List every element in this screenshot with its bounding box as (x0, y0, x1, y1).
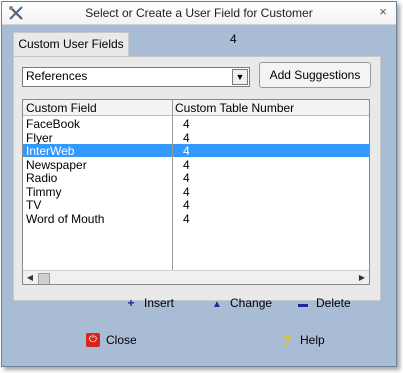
list-item-number: 4 (183, 144, 190, 158)
list-item[interactable]: Word of Mouth 4 (23, 211, 369, 226)
scroll-right-icon[interactable]: ▶ (356, 272, 368, 284)
list-item-field: Radio (26, 171, 58, 185)
list-item-field: Timmy (26, 184, 62, 199)
power-icon: ⏻ (86, 332, 100, 347)
list-header: Custom Field Custom Table Number (23, 100, 369, 116)
list-item-number: 4 (183, 198, 190, 212)
minus-icon: ▬ (298, 299, 308, 310)
change-button[interactable]: ▲ Change (210, 296, 272, 312)
help-button[interactable]: ? Help (280, 332, 325, 350)
list-item-field: FaceBook (26, 117, 81, 131)
list-item[interactable]: FaceBook 4 (23, 117, 369, 131)
list-item[interactable]: TV 4 (23, 198, 369, 212)
list-item[interactable]: Newspaper 4 (23, 157, 369, 172)
list-item-field: TV (26, 198, 42, 212)
add-suggestions-button[interactable]: Add Suggestions (259, 62, 371, 88)
field-count: 4 (230, 32, 237, 46)
scroll-left-icon[interactable]: ◀ (24, 272, 36, 284)
window-title: Select or Create a User Field for Custom… (85, 6, 313, 20)
list-item-number: 4 (183, 157, 190, 172)
chevron-down-icon[interactable]: ▼ (232, 69, 248, 85)
list-item-number: 4 (183, 130, 190, 145)
delete-button[interactable]: ▬ Delete (296, 296, 351, 312)
list-item-number: 4 (183, 184, 190, 199)
delete-label: Delete (316, 296, 351, 310)
list-item[interactable]: Timmy 4 (23, 184, 369, 199)
insert-label: Insert (144, 296, 175, 310)
title-bar: Select or Create a User Field for Custom… (2, 2, 396, 25)
field-type-dropdown[interactable]: References ▼ (22, 67, 250, 87)
list-item-number: 4 (183, 211, 190, 226)
tab-custom-user-fields[interactable]: Custom User Fields (13, 32, 129, 57)
change-label: Change (230, 296, 273, 310)
dialog-window: Select or Create a User Field for Custom… (1, 1, 397, 367)
list-item[interactable]: InterWeb 4 (23, 144, 369, 158)
dropdown-value: References (26, 69, 88, 83)
tab-label: Custom User Fields (18, 37, 124, 51)
scroll-thumb[interactable] (38, 273, 50, 284)
list-item-field: Flyer (26, 130, 53, 145)
plus-icon: + (127, 296, 135, 310)
list-item-number: 4 (183, 117, 190, 131)
column-divider (172, 100, 173, 270)
insert-button[interactable]: + Insert (124, 296, 174, 312)
column-header-custom-field[interactable]: Custom Field (26, 101, 97, 115)
column-header-custom-table-number[interactable]: Custom Table Number (175, 101, 294, 115)
horizontal-scrollbar[interactable]: ◀ ▶ (23, 270, 369, 284)
close-button[interactable]: ⏻ Close (86, 332, 137, 350)
list-item-field: Word of Mouth (26, 211, 105, 226)
list-item[interactable]: Radio 4 (23, 171, 369, 185)
triangle-up-icon: ▲ (212, 299, 222, 310)
help-label: Help (300, 333, 325, 347)
list-item-number: 4 (183, 171, 190, 185)
list-item-field: Newspaper (26, 157, 87, 172)
close-icon[interactable]: × (374, 3, 392, 21)
help-icon: ? (282, 332, 292, 348)
list-item[interactable]: Flyer 4 (23, 130, 369, 145)
list-item-field: InterWeb (26, 144, 75, 158)
close-label: Close (106, 332, 137, 347)
custom-field-list[interactable]: Custom Field Custom Table Number FaceBoo… (22, 99, 370, 285)
